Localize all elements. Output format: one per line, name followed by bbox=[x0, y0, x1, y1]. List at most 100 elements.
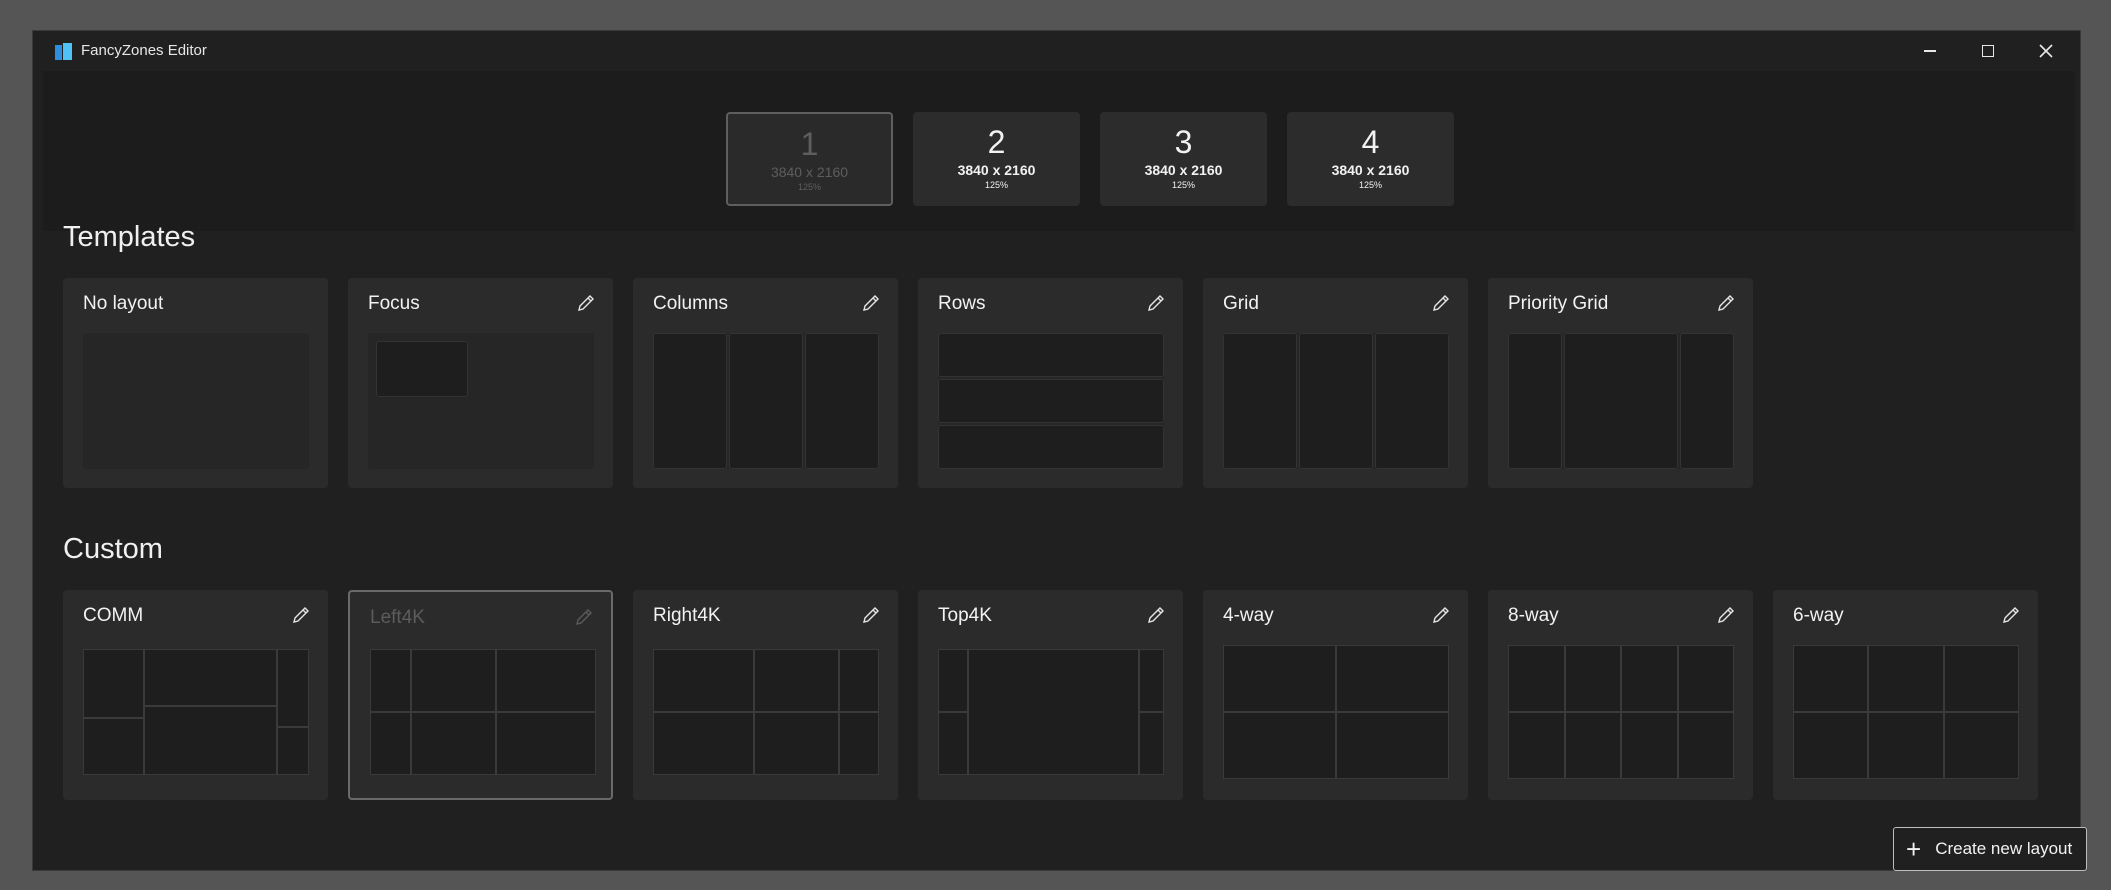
layout-name: Priority Grid bbox=[1508, 293, 1609, 314]
pencil-icon[interactable] bbox=[290, 604, 312, 626]
zone bbox=[1868, 712, 1944, 779]
zone bbox=[1299, 333, 1373, 469]
zone bbox=[968, 649, 1139, 775]
close-icon bbox=[2039, 44, 2053, 58]
pencil-icon[interactable] bbox=[575, 292, 597, 314]
monitor-scale: 125% bbox=[1171, 180, 1196, 190]
zone bbox=[1678, 712, 1734, 779]
layout-preview bbox=[1508, 645, 1734, 779]
zone bbox=[1375, 333, 1449, 469]
zone bbox=[411, 712, 496, 775]
pencil-icon[interactable] bbox=[1145, 604, 1167, 626]
layout-name: Rows bbox=[938, 293, 986, 314]
zone bbox=[1564, 333, 1678, 469]
zone bbox=[1868, 645, 1944, 712]
custom-card-8-way[interactable]: 8-way bbox=[1488, 590, 1753, 800]
zone bbox=[938, 712, 968, 775]
zone bbox=[370, 649, 411, 712]
zone bbox=[277, 649, 309, 727]
minimize-button[interactable] bbox=[1901, 31, 1959, 71]
layout-preview bbox=[1223, 333, 1449, 469]
monitor-resolution: 3840 x 2160 bbox=[957, 162, 1036, 178]
title-bar[interactable]: FancyZones Editor bbox=[33, 31, 2080, 71]
custom-card-top4k[interactable]: Top4K bbox=[918, 590, 1183, 800]
zone bbox=[144, 649, 277, 706]
zone bbox=[496, 649, 596, 712]
template-card-rows[interactable]: Rows bbox=[918, 278, 1183, 488]
layout-name: No layout bbox=[83, 293, 164, 314]
monitor-number: 1 bbox=[800, 126, 819, 162]
template-card-no-layout[interactable]: No layout bbox=[63, 278, 328, 488]
monitor-selector: 1 3840 x 2160 125% 2 3840 x 2160 125% 3 … bbox=[43, 71, 2075, 231]
monitor-4[interactable]: 4 3840 x 2160 125% bbox=[1287, 112, 1454, 206]
zone bbox=[1565, 645, 1621, 712]
pencil-icon[interactable] bbox=[1145, 292, 1167, 314]
zone bbox=[1336, 712, 1449, 779]
layout-preview bbox=[1508, 333, 1734, 469]
zone bbox=[1508, 712, 1565, 779]
monitor-number: 4 bbox=[1361, 124, 1380, 160]
monitor-2[interactable]: 2 3840 x 2160 125% bbox=[913, 112, 1080, 206]
template-card-focus[interactable]: Focus bbox=[348, 278, 613, 488]
layout-preview bbox=[83, 649, 309, 775]
monitor-resolution: 3840 x 2160 bbox=[1331, 162, 1410, 178]
zone bbox=[83, 718, 144, 775]
zone bbox=[1678, 645, 1734, 712]
monitor-number: 3 bbox=[1174, 124, 1193, 160]
template-card-priority-grid[interactable]: Priority Grid bbox=[1488, 278, 1753, 488]
monitor-scale: 125% bbox=[984, 180, 1009, 190]
zone bbox=[1944, 712, 2019, 779]
pencil-icon[interactable] bbox=[860, 292, 882, 314]
zone bbox=[277, 727, 309, 775]
custom-heading: Custom bbox=[63, 533, 163, 565]
layout-name: Top4K bbox=[938, 605, 992, 626]
layout-preview bbox=[938, 649, 1164, 775]
pencil-icon[interactable] bbox=[2000, 604, 2022, 626]
layout-name: Grid bbox=[1223, 293, 1259, 314]
pencil-icon[interactable] bbox=[1715, 292, 1737, 314]
close-button[interactable] bbox=[2017, 31, 2075, 71]
zone bbox=[376, 341, 468, 397]
zone bbox=[411, 649, 496, 712]
window-title: FancyZones Editor bbox=[81, 42, 207, 59]
zone bbox=[370, 712, 411, 775]
zone bbox=[938, 333, 1164, 377]
maximize-button[interactable] bbox=[1959, 31, 2017, 71]
zone bbox=[1621, 645, 1678, 712]
pencil-icon[interactable] bbox=[1430, 604, 1452, 626]
custom-card-4-way[interactable]: 4-way bbox=[1203, 590, 1468, 800]
layout-name: Right4K bbox=[653, 605, 721, 626]
layout-name: COMM bbox=[83, 605, 144, 626]
pencil-icon[interactable] bbox=[1430, 292, 1452, 314]
layout-preview bbox=[368, 333, 594, 469]
layout-preview bbox=[653, 333, 879, 469]
layout-preview bbox=[1223, 645, 1449, 779]
zone bbox=[83, 649, 144, 718]
monitor-1[interactable]: 1 3840 x 2160 125% bbox=[726, 112, 893, 206]
zone bbox=[496, 712, 596, 775]
zone bbox=[754, 649, 839, 712]
custom-card-left4k[interactable]: Left4K bbox=[348, 590, 613, 800]
template-card-columns[interactable]: Columns bbox=[633, 278, 898, 488]
zone bbox=[839, 712, 879, 775]
layout-name: Columns bbox=[653, 293, 728, 314]
pencil-icon[interactable] bbox=[1715, 604, 1737, 626]
create-new-layout-button[interactable]: + Create new layout bbox=[1893, 827, 2087, 871]
zone bbox=[1508, 333, 1562, 469]
zone bbox=[839, 649, 879, 712]
layout-preview bbox=[653, 649, 879, 775]
monitor-3[interactable]: 3 3840 x 2160 125% bbox=[1100, 112, 1267, 206]
custom-card-right4k[interactable]: Right4K bbox=[633, 590, 898, 800]
layout-name: 6-way bbox=[1793, 605, 1844, 626]
zone bbox=[805, 333, 879, 469]
template-card-grid[interactable]: Grid bbox=[1203, 278, 1468, 488]
custom-card-comm[interactable]: COMM bbox=[63, 590, 328, 800]
custom-card-6-way[interactable]: 6-way bbox=[1773, 590, 2038, 800]
layout-name: Left4K bbox=[370, 607, 425, 628]
zone bbox=[1565, 712, 1621, 779]
fancyzones-editor-window: FancyZones Editor 1 3840 x 2160 125% 2 3… bbox=[32, 30, 2087, 871]
zone bbox=[1680, 333, 1734, 469]
layout-preview bbox=[938, 333, 1164, 469]
pencil-icon[interactable] bbox=[860, 604, 882, 626]
pencil-icon[interactable] bbox=[573, 606, 595, 628]
